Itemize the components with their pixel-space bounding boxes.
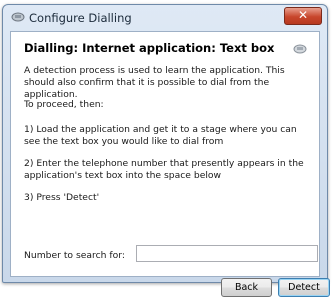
title-bar[interactable]: Configure Dialling ✕ xyxy=(3,5,327,30)
proceed-text: To proceed, then: xyxy=(24,99,104,110)
search-label: Number to search for: xyxy=(24,250,125,261)
dialog-body: Dialling: Internet application: Text box… xyxy=(10,31,330,297)
window-title: Configure Dialling xyxy=(29,11,132,25)
configure-dialling-dialog: Configure Dialling ✕ Dialling: Internet … xyxy=(2,4,330,297)
step-3-text: 3) Press 'Detect' xyxy=(24,192,100,203)
close-button[interactable]: ✕ xyxy=(284,7,322,25)
step-1-text: 1) Load the application and get it to a … xyxy=(24,124,297,147)
detect-button[interactable]: Detect xyxy=(278,278,330,297)
phone-icon xyxy=(11,12,25,22)
intro-text: A detection process is used to learn the… xyxy=(24,65,285,100)
phone-icon xyxy=(293,44,307,54)
number-search-input[interactable] xyxy=(136,245,318,262)
back-button[interactable]: Back xyxy=(221,278,272,297)
page-heading: Dialling: Internet application: Text box xyxy=(24,41,275,55)
step-2-text: 2) Enter the telephone number that prese… xyxy=(24,158,304,181)
